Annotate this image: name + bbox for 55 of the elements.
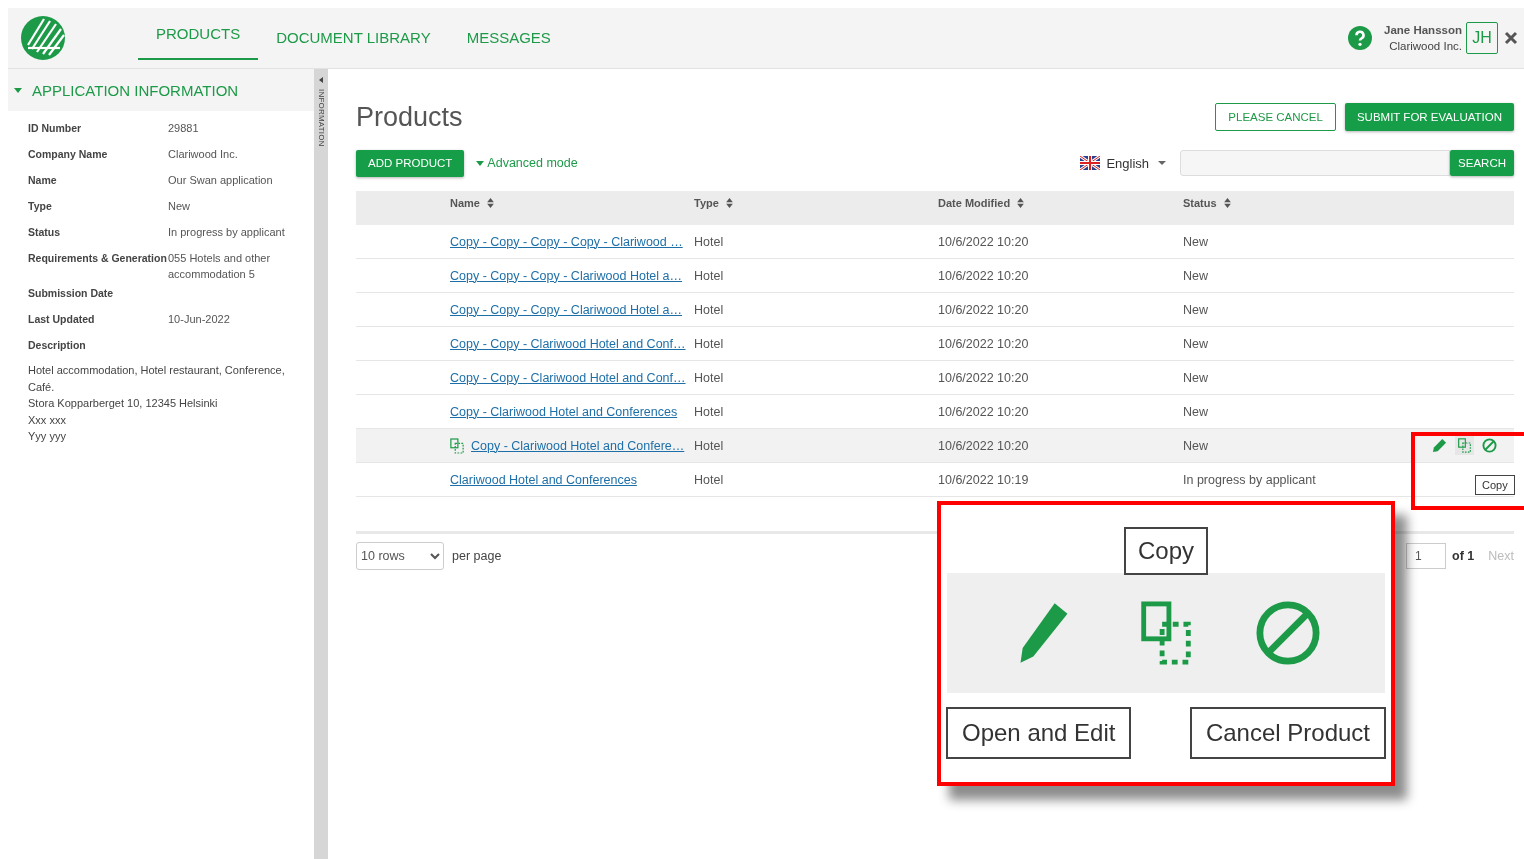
table-cell-text: New: [1183, 302, 1209, 317]
field-label: Description: [28, 338, 87, 353]
table-cell-text: New: [1183, 268, 1209, 283]
description-text: Xxx xxx: [28, 412, 67, 428]
table-cell-text: Hotel: [694, 302, 725, 317]
field-label: Submission Date: [28, 286, 115, 301]
table-cell-text: 10/6/2022 10:20: [938, 302, 1030, 317]
table-cell-text: Hotel: [694, 438, 725, 453]
field-label: Name: [28, 173, 58, 188]
table-cell-text: New: [1183, 370, 1209, 385]
per-page-label: per page: [452, 549, 502, 563]
table-cell-text: 10/6/2022 10:20: [938, 234, 1030, 249]
description-text: Stora Kopparberget 10, 12345 Helsinki: [28, 396, 219, 411]
tooltip: Copy: [1124, 527, 1208, 575]
table-cell-text: 10/6/2022 10:20: [938, 336, 1030, 351]
description-text: Yyy yyy: [28, 429, 67, 444]
field-value: New: [168, 199, 191, 214]
tooltip: Copy: [1475, 475, 1515, 495]
table-cell-text: Hotel: [694, 336, 725, 351]
table-cell-text: Hotel: [694, 268, 725, 283]
field-value: In progress by applicant: [168, 225, 286, 240]
table-cell-text: New: [1183, 438, 1209, 453]
field-value: Our Swan application: [168, 173, 274, 188]
table-cell-text: New: [1183, 234, 1209, 249]
table-cell-text: 10/6/2022 10:20: [938, 404, 1030, 419]
user-name: Jane Hansson: [1384, 23, 1462, 38]
field-label: Status: [28, 225, 62, 240]
field-value: Clariwood Inc.: [168, 147, 239, 162]
field-label: ID Number: [28, 121, 83, 136]
table-cell-text: Hotel: [694, 404, 725, 419]
description-text: Hotel accommodation, Hotel restaurant, Conference, Café.: [28, 363, 286, 395]
table-cell-text: New: [1183, 336, 1209, 351]
company-name: Clariwood Inc.: [1389, 39, 1462, 54]
table-cell-text: Hotel: [694, 370, 725, 385]
action-label: Cancel Product: [1189, 707, 1386, 759]
section-title: APPLICATION INFORMATION: [32, 81, 239, 99]
table-cell-text: In progress by applicant: [1183, 472, 1317, 487]
action-label: Open and Edit: [946, 707, 1132, 759]
table-cell-text: New: [1183, 404, 1209, 419]
field-value: 10-Jun-2022: [168, 312, 231, 327]
table-cell-text: 10/6/2022 10:20: [938, 268, 1030, 283]
table-cell-text: 10/6/2022 10:19: [938, 472, 1030, 487]
page-count: of 1: [1452, 549, 1475, 563]
splitter-label: INFORMATION: [316, 89, 326, 147]
table-cell-text: Hotel: [694, 234, 725, 249]
field-label: Company Name: [28, 147, 109, 162]
field-label: Last Updated: [28, 312, 96, 327]
field-value: 055 Hotels and other accommodation 5: [168, 251, 272, 282]
table-cell-text: 10/6/2022 10:20: [938, 370, 1030, 385]
page-title: Products: [356, 101, 463, 133]
table-cell-text: 10/6/2022 10:20: [938, 438, 1030, 453]
field-value: 29881: [168, 121, 200, 136]
field-label: Requirements & Generation: [28, 251, 168, 266]
table-cell-text: Hotel: [694, 472, 725, 487]
field-label: Type: [28, 199, 53, 214]
